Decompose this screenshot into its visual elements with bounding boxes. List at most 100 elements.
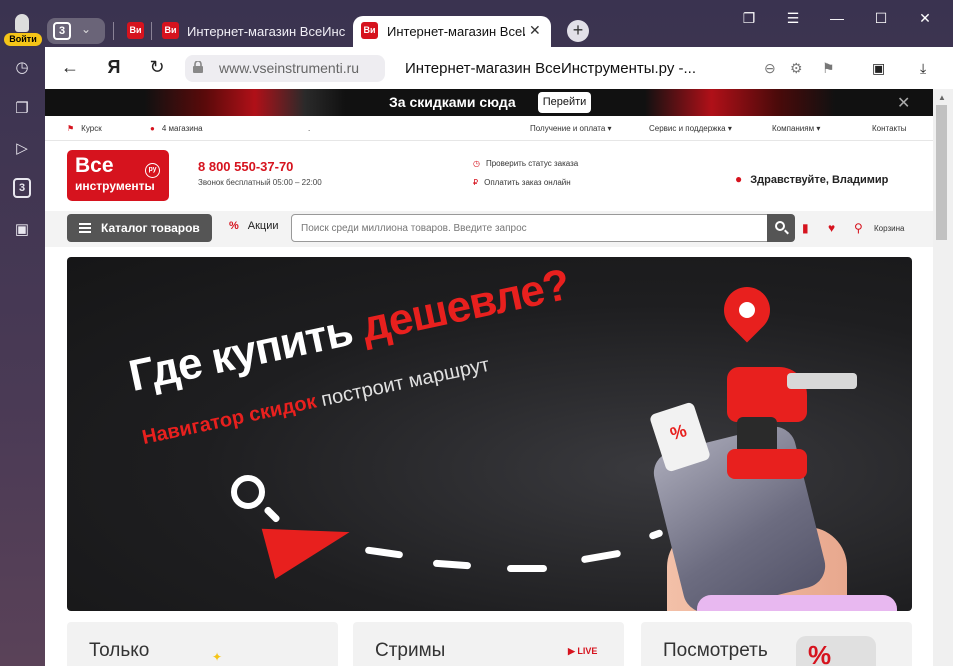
route-dash <box>432 559 472 570</box>
tab-count-button[interactable]: 3 ⌄ <box>47 18 105 44</box>
tab-active[interactable]: Ви Интернет-магазин ВсеИ ✕ <box>353 16 551 49</box>
site-logo[interactable]: Все инструменты ру <box>67 150 169 201</box>
promo-text: За скидками сюда <box>389 94 516 110</box>
login-label[interactable]: Войти <box>4 33 42 46</box>
url-field[interactable]: www.vseinstrumenti.ru <box>185 55 385 82</box>
phone-note: Звонок бесплатный 05:00 – 22:00 <box>198 178 322 187</box>
new-tab-button[interactable]: + <box>567 20 589 42</box>
map-pin-icon <box>714 277 780 343</box>
card-title: Посмотреть <box>663 640 768 661</box>
scroll-thumb[interactable] <box>936 105 947 240</box>
card-title: Стримы <box>375 640 446 661</box>
tab-favicon: Ви <box>162 22 179 39</box>
promo-decoration <box>645 89 835 116</box>
page-scrollbar[interactable]: ▲ <box>933 89 953 666</box>
phone-number[interactable]: 8 800 550-37-70 <box>198 159 293 174</box>
ruble-icon: ₽ <box>473 178 479 187</box>
browser-sidebar: Войти ◷ ❐ ▷ 3 ▣ <box>0 0 45 666</box>
drill-battery <box>727 449 807 479</box>
clock-icon: ◷ <box>473 159 480 168</box>
back-icon[interactable]: ← <box>59 57 81 78</box>
percent-icon: % <box>229 220 239 232</box>
close-tab-icon[interactable]: ✕ <box>529 22 541 39</box>
favorites-icon[interactable]: ♥ <box>828 221 835 235</box>
catalog-button[interactable]: Каталог товаров <box>67 214 212 242</box>
search-button[interactable] <box>767 214 795 242</box>
maximize-icon[interactable]: ☐ <box>871 10 891 27</box>
page-viewport: За скидками сюда Перейти ✕ ⚑ Курск ● 4 маг… <box>45 89 933 666</box>
card-watch[interactable]: Посмотреть % <box>641 622 912 666</box>
minimize-icon[interactable]: — <box>827 10 847 26</box>
city-selector[interactable]: ⚑ Курск <box>67 124 102 133</box>
promo-decoration <box>145 89 345 116</box>
close-window-icon[interactable]: ✕ <box>915 10 935 27</box>
translate-icon[interactable]: ⊖ <box>764 60 776 77</box>
route-dash <box>648 528 664 541</box>
sidebar-counter-icon[interactable]: 3 <box>13 178 31 198</box>
info-link-companies[interactable]: Компаниям ▾ <box>772 124 820 133</box>
live-badge: ▶ LIVE <box>568 646 598 656</box>
info-link-contacts[interactable]: Контакты <box>872 124 907 133</box>
flag-icon: ⚑ <box>67 124 75 133</box>
cart-label[interactable]: Корзина <box>874 224 904 233</box>
url-text: www.vseinstrumenti.ru <box>219 60 360 76</box>
route-dash <box>507 565 547 572</box>
site-header: Все инструменты ру 8 800 550-37-70 Звоно… <box>45 141 933 211</box>
reload-icon[interactable]: ↻ <box>146 57 168 78</box>
collections-toolbar-icon[interactable]: ▣ <box>872 60 885 77</box>
promo-go-button[interactable]: Перейти <box>538 92 591 113</box>
chevron-down-icon: ⌄ <box>81 22 92 36</box>
screenshot-icon[interactable]: ▣ <box>11 219 33 241</box>
compare-icon[interactable]: ▮ <box>802 221 809 235</box>
close-icon[interactable]: ✕ <box>897 93 910 113</box>
route-dash <box>580 549 622 564</box>
order-pay-link[interactable]: ₽ Оплатить заказ онлайн <box>473 178 571 187</box>
profile-avatar[interactable]: Войти <box>4 14 42 46</box>
sleeve-illustration <box>697 595 897 611</box>
info-link-delivery[interactable]: Получение и оплата ▾ <box>530 124 612 133</box>
play-icon[interactable]: ▷ <box>11 138 33 160</box>
tab-bar: 3 ⌄ Ви Ви Интернет-магазин ВсеИнс Ви Инт… <box>45 0 953 49</box>
tab-title[interactable]: Интернет-магазин ВсеИнс <box>187 24 345 39</box>
logo-line2: инструменты <box>75 179 155 193</box>
search-icon <box>775 221 785 231</box>
card-streams[interactable]: Стримы ▶ LIVE <box>353 622 624 666</box>
route-dash <box>364 546 404 559</box>
drill-illustration <box>727 367 857 422</box>
tab-separator <box>151 22 152 40</box>
magnifier-icon <box>231 475 265 509</box>
info-link-service[interactable]: Сервис и поддержка ▾ <box>649 124 732 133</box>
sales-link[interactable]: % Акции <box>229 220 279 232</box>
stores-link[interactable]: ● 4 магазина <box>150 124 203 133</box>
tab-separator <box>113 22 114 40</box>
promo-banner[interactable]: За скидками сюда Перейти ✕ <box>45 89 933 116</box>
protect-icon[interactable]: ⚙ <box>790 60 803 77</box>
hero-title: Где купить дешевле? <box>124 259 574 402</box>
lock-icon <box>193 61 203 73</box>
order-status-link[interactable]: ◷ Проверить статус заказа <box>473 159 578 168</box>
search-input[interactable] <box>291 214 768 242</box>
location-icon: ● <box>150 124 155 133</box>
download-icon[interactable]: ⤓ <box>920 60 926 77</box>
cart-icon[interactable]: ⚲ <box>854 221 863 235</box>
collections-icon[interactable]: ❐ <box>11 98 33 120</box>
user-greeting[interactable]: ● Здравствуйте, Владимир <box>735 172 888 186</box>
tab-count-number: 3 <box>53 22 71 40</box>
menu-icon[interactable]: ☰ <box>783 10 803 27</box>
info-line: ⚑ Курск ● 4 магазина . Получение и оплата … <box>45 116 933 141</box>
bookmark-icon[interactable]: ⚑ <box>822 60 835 77</box>
scroll-up-icon[interactable]: ▲ <box>938 93 946 102</box>
history-icon[interactable]: ◷ <box>11 57 33 79</box>
yandex-icon[interactable]: Я <box>103 57 125 78</box>
bookmarks-icon[interactable]: ❐ <box>739 10 759 27</box>
search-row: Каталог товаров %Акции ▮ ♥ ⚲ Корзина <box>45 211 933 247</box>
tab-title: Интернет-магазин ВсеИ <box>387 24 525 39</box>
catalog-label: Каталог товаров <box>101 221 200 235</box>
tab-favicon: Ви <box>127 22 144 39</box>
logo-line1: Все <box>75 154 114 177</box>
card-only[interactable]: Только ✦ <box>67 622 338 666</box>
hero-banner[interactable]: Где купить дешевле? Навигатор скидок пос… <box>67 257 912 611</box>
percent-badge: % <box>796 636 876 666</box>
user-icon: ● <box>735 172 743 186</box>
avatar-icon <box>15 14 29 32</box>
